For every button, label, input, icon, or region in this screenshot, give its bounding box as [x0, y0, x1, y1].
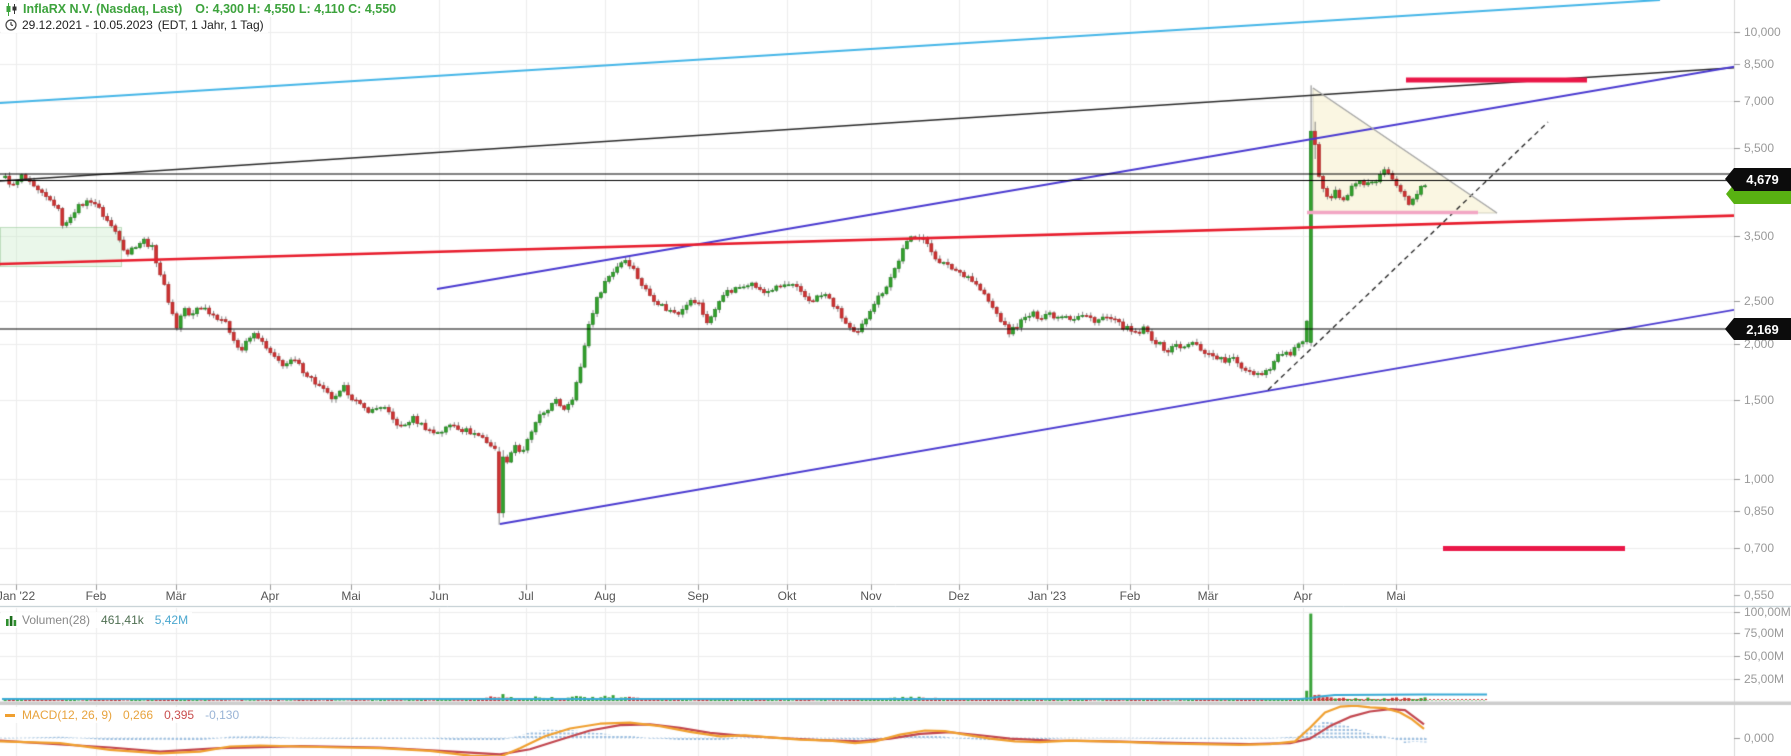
x-axis-month-label: Apr: [1293, 589, 1313, 603]
x-axis-month-label: Feb: [85, 589, 107, 603]
volume-axis-label: 25,00M: [1744, 672, 1785, 686]
x-axis-month-label: Jun: [429, 589, 449, 603]
macd-value: 0,266: [123, 708, 154, 722]
macd-histogram-value: -0,130: [205, 708, 240, 722]
x-axis-month-label: Mär: [1197, 589, 1219, 603]
price-axis-label: 2,500: [1744, 294, 1775, 308]
volume-bars-icon: [5, 614, 17, 626]
x-axis-month-label: Mai: [1386, 589, 1406, 603]
x-axis-month-label: Mai: [341, 589, 361, 603]
x-axis-month-label: Sep: [687, 589, 709, 603]
price-axis-label: 1,500: [1744, 393, 1775, 407]
symbol-name: InflaRX N.V. (Nasdaq, Last): [23, 2, 183, 16]
macd-line-icon: [5, 711, 17, 719]
x-axis-month-label: Jan '22: [0, 589, 36, 603]
symbol-header: InflaRX N.V. (Nasdaq, Last) O: 4,300 H: …: [1, 1, 401, 17]
date-range-header: 29.12.2021 - 10.05.2023 (EDT, 1 Jahr, 1 …: [1, 17, 268, 33]
macd-indicator-legend[interactable]: MACD(12, 26, 9) 0,266 0,395 -0,130: [1, 707, 244, 723]
macd-legend-name: MACD(12, 26, 9): [22, 708, 113, 722]
upper-price-level-tag: 4,679: [1725, 168, 1791, 191]
x-axis-month-label: Jan '23: [1027, 589, 1067, 603]
price-axis-label: 5,500: [1744, 141, 1775, 155]
price-axis-label: 0,850: [1744, 504, 1775, 518]
trading-chart-page: { "header": { "symbol": "InflaRX N.V. (N…: [0, 0, 1791, 756]
ohlc-values: O: 4,300 H: 4,550 L: 4,110 C: 4,550: [195, 2, 397, 16]
macd-axis-label: 0,000: [1744, 731, 1775, 745]
price-axis-label: 3,500: [1744, 229, 1775, 243]
price-axis-label: 1,000: [1744, 472, 1775, 486]
price-chart-canvas[interactable]: [0, 0, 1791, 756]
candlestick-chart-icon: [5, 2, 18, 16]
volume-axis-label: 75,00M: [1744, 626, 1785, 640]
price-axis-label: 10,000: [1744, 25, 1781, 39]
timeframe-meta: (EDT, 1 Jahr, 1 Tag): [157, 18, 264, 32]
x-axis-month-label: Mär: [165, 589, 187, 603]
date-range: 29.12.2021 - 10.05.2023: [22, 18, 153, 32]
volume-indicator-legend[interactable]: Volumen(28) 461,41k 5,42M: [1, 612, 193, 628]
macd-signal-value: 0,395: [164, 708, 195, 722]
volume-axis-label: 50,00M: [1744, 649, 1785, 663]
x-axis-month-label: Nov: [860, 589, 882, 603]
x-axis-month-label: Jul: [518, 589, 534, 603]
x-axis-month-label: Apr: [260, 589, 280, 603]
x-axis-month-label: Okt: [777, 589, 797, 603]
volume-legend-name: Volumen(28): [22, 613, 91, 627]
x-axis-month-label: Dez: [948, 589, 970, 603]
price-axis-label: 8,500: [1744, 57, 1775, 71]
x-axis-month-label: Feb: [1119, 589, 1141, 603]
volume-ma-value: 5,42M: [154, 613, 189, 627]
x-axis-month-label: Aug: [594, 589, 616, 603]
volume-value: 461,41k: [101, 613, 144, 627]
clock-icon: [5, 19, 17, 31]
price-axis-label: 0,550: [1744, 588, 1775, 602]
lower-price-level-tag: 2,169: [1725, 318, 1791, 340]
volume-axis-label: 100,00M: [1744, 605, 1791, 619]
price-axis-label: 7,000: [1744, 94, 1775, 108]
price-axis-label: 0,700: [1744, 541, 1775, 555]
